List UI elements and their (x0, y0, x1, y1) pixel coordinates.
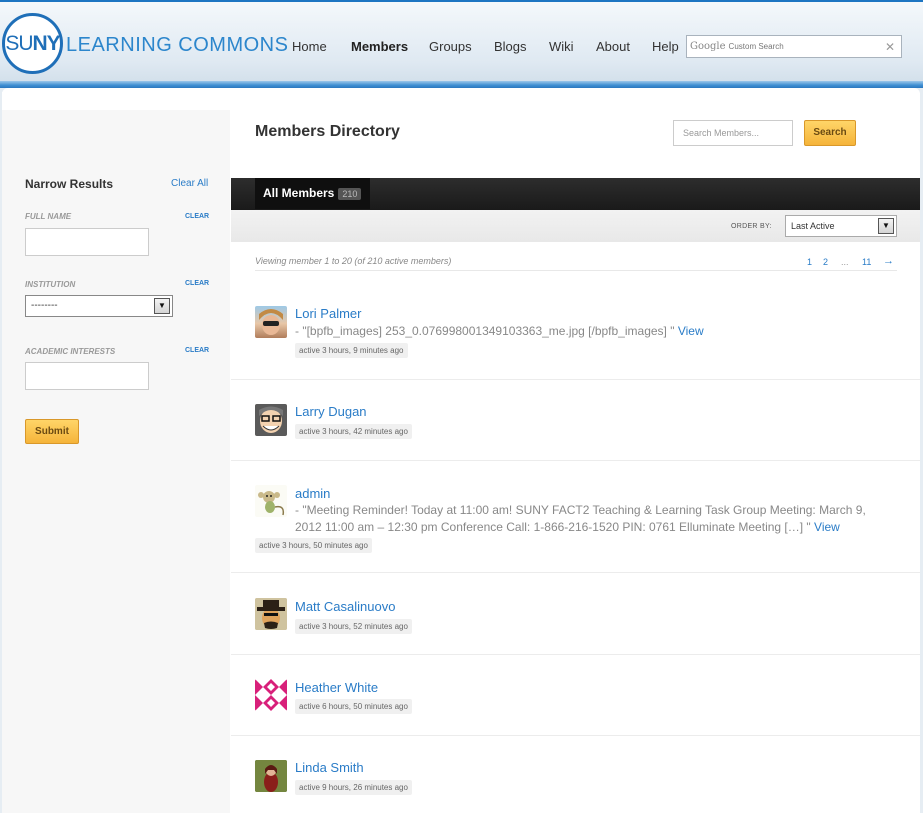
nav-home[interactable]: Home (292, 39, 327, 54)
avatar-image (255, 760, 287, 792)
divider (231, 379, 920, 380)
update-text-line-2: 2012 11:00 am – 12:30 pm Conference Call… (295, 519, 866, 536)
site-header: SU NY LEARNING COMMONS Home Members Group… (0, 0, 923, 88)
update-text: 2012 11:00 am – 12:30 pm Conference Call… (295, 520, 811, 534)
clear-all-link[interactable]: Clear All (171, 178, 208, 189)
narrow-results-title: Narrow Results (25, 177, 114, 191)
divider (231, 654, 920, 655)
member-name-link[interactable]: admin (295, 486, 330, 501)
member-latest-update: - "Meeting Reminder! Today at 11:00 am! … (295, 502, 866, 536)
full-name-label: FULL NAME (25, 212, 72, 221)
chevron-down-icon[interactable]: ▼ (878, 218, 894, 234)
member-search-input[interactable]: Search Members... (673, 120, 793, 146)
members-tab-bar: All Members 210 (231, 178, 920, 210)
order-by-select[interactable]: Last Active ▼ (785, 215, 897, 237)
google-search-placeholder: Custom Search (728, 42, 784, 51)
clear-search-icon[interactable]: ✕ (885, 40, 895, 54)
member-count-badge: 210 (338, 188, 362, 200)
institution-selected-value: -------- (31, 300, 58, 311)
page-title: Members Directory (255, 123, 400, 140)
member-last-active: active 3 hours, 9 minutes ago (295, 343, 408, 358)
avatar-image (259, 309, 283, 335)
avatar-image (258, 491, 285, 516)
nav-groups[interactable]: Groups (429, 39, 472, 54)
member-search-button[interactable]: Search (804, 120, 856, 146)
order-by-label: ORDER BY: (731, 223, 772, 230)
avatar[interactable] (255, 598, 287, 630)
nav-blogs[interactable]: Blogs (494, 39, 527, 54)
page-link-1[interactable]: 1 (807, 257, 812, 267)
google-search-input[interactable]: Google Custom Search ✕ (686, 35, 902, 58)
member-last-active: active 3 hours, 50 minutes ago (255, 538, 372, 553)
update-text: - "[bpfb_images] 253_0.07699800134910336… (295, 324, 675, 338)
member-name-link[interactable]: Heather White (295, 680, 378, 695)
sidebar-top (2, 92, 230, 112)
next-page-arrow-icon[interactable]: → (883, 255, 894, 267)
page-ellipsis: ... (841, 257, 849, 267)
member-last-active: active 3 hours, 52 minutes ago (295, 619, 412, 634)
member-last-active: active 3 hours, 42 minutes ago (295, 424, 412, 439)
update-text-line-1: - "Meeting Reminder! Today at 11:00 am! … (295, 503, 866, 517)
avatar[interactable] (255, 760, 287, 792)
google-brand: Google (690, 41, 726, 52)
page-link-11[interactable]: 11 (862, 257, 871, 267)
institution-label: INSTITUTION (25, 280, 76, 289)
member-name-link[interactable]: Larry Dugan (295, 404, 367, 419)
institution-clear-link[interactable]: CLEAR (185, 280, 209, 287)
member-last-active: active 9 hours, 26 minutes ago (295, 780, 412, 795)
divider (255, 270, 897, 271)
page-link-2[interactable]: 2 (823, 257, 828, 267)
full-name-clear-link[interactable]: CLEAR (185, 213, 209, 220)
avatar-image (255, 404, 287, 436)
institution-select[interactable]: -------- ▼ (25, 295, 173, 317)
divider (231, 735, 920, 736)
order-by-selected-value: Last Active (791, 221, 835, 231)
avatar[interactable] (255, 306, 287, 338)
tab-all-members-label: All Members (263, 186, 335, 200)
full-name-field[interactable] (25, 228, 149, 256)
submit-button[interactable]: Submit (25, 419, 79, 444)
avatar-image (255, 679, 287, 711)
avatar[interactable] (255, 404, 287, 436)
avatar-image (255, 598, 287, 630)
interests-clear-link[interactable]: CLEAR (185, 347, 209, 354)
tab-all-members[interactable]: All Members 210 (255, 178, 370, 209)
avatar[interactable] (255, 485, 287, 517)
avatar[interactable] (255, 679, 287, 711)
member-name-link[interactable]: Lori Palmer (295, 306, 361, 321)
chevron-down-icon[interactable]: ▼ (154, 298, 170, 314)
divider (231, 460, 920, 461)
nav-wiki[interactable]: Wiki (549, 39, 574, 54)
divider (231, 572, 920, 573)
nav-about[interactable]: About (596, 39, 630, 54)
member-name-link[interactable]: Linda Smith (295, 760, 364, 775)
member-latest-update: - "[bpfb_images] 253_0.07699800134910336… (295, 323, 704, 340)
view-update-link[interactable]: View (678, 324, 704, 338)
view-update-link[interactable]: View (814, 520, 840, 534)
academic-interests-field[interactable] (25, 362, 149, 390)
nav-members[interactable]: Members (351, 39, 408, 54)
member-name-link[interactable]: Matt Casalinuovo (295, 599, 395, 614)
academic-interests-label: ACADEMIC INTERESTS (25, 347, 116, 356)
viewing-count-text: Viewing member 1 to 20 (of 210 active me… (255, 256, 452, 266)
nav-help[interactable]: Help (652, 39, 679, 54)
member-last-active: active 6 hours, 50 minutes ago (295, 699, 412, 714)
